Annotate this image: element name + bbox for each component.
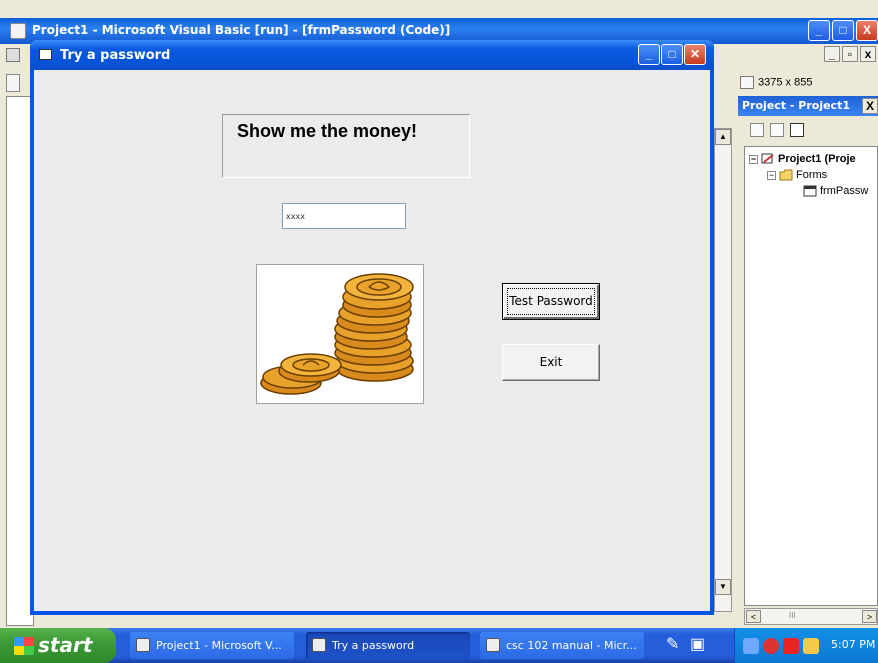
scroll-up-arrow[interactable]: ▲ [715, 129, 731, 145]
code-window-icon [6, 48, 20, 62]
message-label: Show me the money! [237, 121, 418, 141]
system-tray: 5:07 PM [734, 628, 878, 663]
word-task-icon [486, 638, 500, 652]
size-icon [740, 76, 754, 89]
taskbar-item-label: Project1 - Microsoft V... [156, 639, 282, 652]
taskbar-item-try-password[interactable]: Try a password [306, 632, 470, 659]
quicklaunch-screen-icon[interactable]: ▣ [690, 634, 705, 654]
project-icon [761, 153, 774, 164]
form-task-icon [312, 638, 326, 652]
taskbar-item-label: Try a password [332, 639, 415, 652]
project-explorer-close-button[interactable]: X [862, 98, 878, 114]
form-window-icon [39, 49, 52, 60]
form-title-bar[interactable]: Try a password _ □ ✕ [30, 40, 714, 70]
form-size-readout: 3375 x 855 [740, 76, 812, 89]
scroll-down-arrow[interactable]: ▼ [715, 579, 731, 595]
tree-item-forms[interactable]: − Forms [767, 169, 827, 181]
message-label-box: Show me the money! [222, 114, 470, 178]
test-password-button[interactable]: Test Password [502, 283, 600, 320]
form-minimize-button[interactable]: _ [638, 44, 660, 65]
project-tree: − Project1 (Proje − Forms frmPassw [744, 146, 878, 606]
network-tray-icon[interactable] [743, 638, 759, 654]
alert-tray-icon[interactable] [783, 638, 799, 654]
scroll-right-arrow[interactable]: > [862, 610, 877, 623]
mdi-restore-button[interactable]: ▫ [842, 46, 858, 62]
project-explorer-panel: Project - Project1 X − Project1 (Proje − F… [738, 96, 878, 632]
object-dropdown-edge[interactable] [6, 74, 20, 92]
security-tray-icon[interactable] [763, 638, 779, 654]
coins-image [260, 273, 414, 395]
volume-tray-icon[interactable] [803, 638, 819, 654]
collapse-icon[interactable]: − [767, 170, 776, 180]
ide-title-text: Project1 - Microsoft Visual Basic [run] … [32, 23, 451, 37]
taskbar-item-vb[interactable]: Project1 - Microsoft V... [130, 632, 294, 659]
ide-close-button[interactable]: X [856, 20, 878, 41]
size-readout-text: 3375 x 855 [758, 76, 813, 89]
quicklaunch-pen-icon[interactable]: ✎ [666, 634, 679, 654]
vb-task-icon [136, 638, 150, 652]
windows-flag-icon [14, 637, 34, 655]
project-explorer-title: Project - Project1 [738, 96, 878, 116]
exit-label: Exit [539, 355, 563, 369]
test-password-label: Test Password [509, 294, 593, 308]
start-button[interactable]: start [0, 628, 116, 663]
scroll-left-arrow[interactable]: < [746, 610, 761, 623]
taskbar: start Project1 - Microsoft V... Try a pa… [0, 628, 878, 663]
view-code-icon[interactable] [750, 123, 764, 137]
form-client-area: Show me the money! xxxx Test Password Ex… [34, 70, 710, 611]
desktop-screen: Project1 - Microsoft Visual Basic [run] … [0, 0, 878, 663]
ide-maximize-button[interactable]: □ [832, 20, 854, 41]
taskbar-item-word[interactable]: csc 102 manual - Micr... [480, 632, 644, 659]
folder-icon [779, 169, 793, 181]
form-icon [803, 185, 817, 197]
form-close-button[interactable]: ✕ [684, 44, 706, 65]
collapse-icon[interactable]: − [749, 154, 758, 164]
try-password-window: Try a password _ □ ✕ Show me the money! [30, 40, 714, 615]
ide-minimize-button[interactable]: _ [808, 20, 830, 41]
mdi-close-button[interactable]: x [860, 46, 876, 62]
taskbar-item-label: csc 102 manual - Micr... [506, 639, 637, 652]
view-object-icon[interactable] [770, 123, 784, 137]
tree-item-label: frmPassw [820, 185, 869, 197]
form-title-text: Try a password [60, 48, 171, 63]
mdi-minimize-button[interactable]: _ [824, 46, 840, 62]
project-explorer-hscrollbar[interactable]: < III > [744, 608, 878, 625]
tree-item-frmpassword[interactable]: frmPassw [803, 185, 868, 197]
tree-item-label: Forms [796, 169, 828, 181]
exit-button[interactable]: Exit [502, 344, 600, 381]
form-maximize-button[interactable]: □ [661, 44, 683, 65]
code-window-vscrollbar[interactable]: ▲ ▼ [714, 128, 732, 612]
coins-picture [256, 264, 424, 404]
tree-item-label: Project1 (Proje [778, 153, 856, 165]
start-label: start [38, 633, 93, 657]
clock: 5:07 PM [831, 638, 876, 651]
project-explorer-toolbar [738, 118, 878, 142]
password-input[interactable] [282, 203, 406, 229]
tree-item-project1[interactable]: − Project1 (Proje [749, 153, 856, 165]
toggle-folders-icon[interactable] [790, 123, 804, 137]
scroll-thumb-grip[interactable]: III [789, 611, 796, 620]
mdi-child-buttons: _ ▫ x [822, 46, 876, 62]
vb-app-icon [10, 23, 26, 39]
